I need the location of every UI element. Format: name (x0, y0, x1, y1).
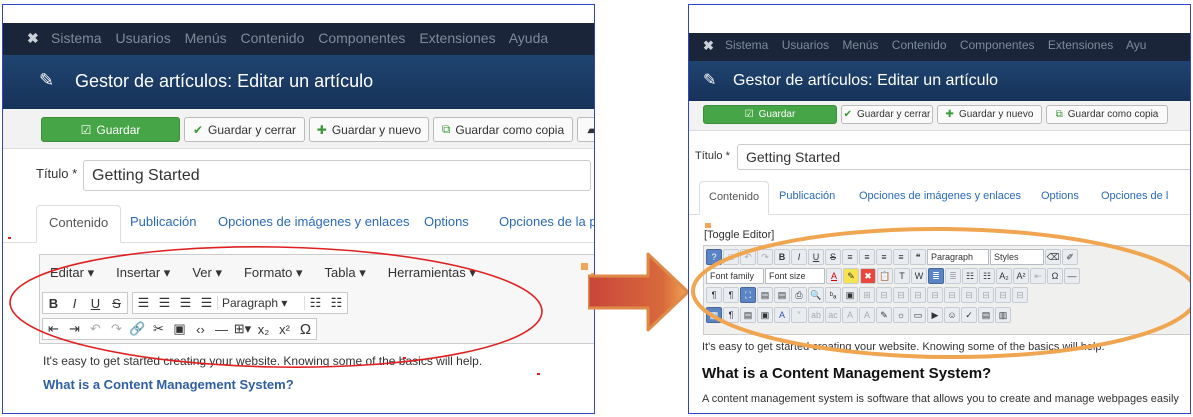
right-screenshot: ✖ Sistema Usuarios Menús Contenido Compo… (688, 4, 1191, 414)
orange-ellipse-annotation (691, 226, 1190, 360)
red-ellipse-annotation (9, 246, 543, 368)
left-screenshot: ✖ Sistema Usuarios Menús Contenido Compo… (2, 4, 595, 414)
right-arrow-icon (588, 252, 690, 332)
